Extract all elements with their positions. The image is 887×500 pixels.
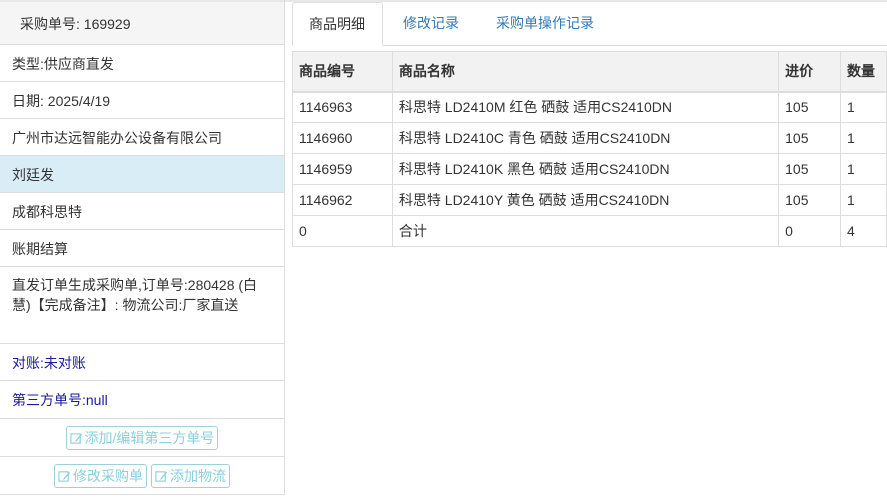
add-logistics-label: 添加物流	[170, 468, 226, 484]
tab-product-details-label: 商品明细	[309, 16, 365, 32]
cell-product-name: 科思特 LD2410K 黑色 硒鼓 适用CS2410DN	[391, 153, 780, 185]
cell-product-id: 1146960	[292, 122, 393, 154]
edit-pen-icon	[58, 470, 71, 482]
cell-product-id: 1146962	[292, 184, 393, 216]
third-party-number: 第三方单号:null	[0, 380, 284, 418]
table-row: 1146962 科思特 LD2410Y 黄色 硒鼓 适用CS2410DN 105…	[292, 184, 887, 216]
order-number-text: 采购单号: 169929	[20, 15, 131, 32]
third-party-number-text: 第三方单号:null	[12, 391, 108, 408]
cell-product-id: 1146963	[292, 91, 393, 123]
cell-quantity: 1	[840, 153, 887, 185]
tab-bar: 商品明细 修改记录 采购单操作记录	[292, 2, 887, 46]
cell-quantity: 1	[840, 122, 887, 154]
table-total-row: 0 合计 0 4	[292, 215, 887, 247]
cell-product-name: 科思特 LD2410Y 黄色 硒鼓 适用CS2410DN	[391, 184, 780, 216]
cell-total-label: 合计	[391, 215, 780, 247]
order-type: 类型:供应商直发	[0, 44, 284, 82]
company-name-text: 成都科思特	[12, 203, 82, 220]
order-number: 采购单号: 169929	[0, 2, 284, 45]
cell-product-id: 1146959	[292, 153, 393, 185]
tab-operation-log[interactable]: 采购单操作记录	[480, 2, 610, 45]
table-row: 1146960 科思特 LD2410C 青色 硒鼓 适用CS2410DN 105…	[292, 122, 887, 154]
order-remark: 直发订单生成采购单,订单号:280428 (白慧)【完成备注】: 物流公司:厂家…	[0, 266, 284, 344]
add-logistics-button[interactable]: 添加物流	[151, 464, 230, 488]
tab-product-details[interactable]: 商品明细	[292, 2, 383, 46]
cell-total-quantity: 4	[840, 215, 887, 247]
cell-price: 105	[778, 122, 842, 154]
action-button-row: 修改采购单 添加物流	[0, 456, 284, 495]
edit-pen-icon	[155, 470, 168, 482]
column-header-quantity: 数量	[840, 51, 887, 93]
order-date-text: 日期: 2025/4/19	[12, 92, 111, 109]
cell-price: 105	[778, 91, 842, 123]
cell-product-name: 科思特 LD2410C 青色 硒鼓 适用CS2410DN	[391, 122, 780, 154]
company-name: 成都科思特	[0, 192, 284, 230]
product-table: 商品编号 商品名称 进价 数量 1146963 科思特 LD2410M 红色 硒…	[292, 51, 887, 247]
supplier-name: 广州市达远智能办公设备有限公司	[0, 118, 284, 156]
cell-total-id: 0	[292, 215, 393, 247]
column-header-product-name: 商品名称	[391, 51, 780, 93]
edit-order-label: 修改采购单	[73, 468, 143, 484]
order-date: 日期: 2025/4/19	[0, 81, 284, 119]
tab-edit-history-label: 修改记录	[403, 15, 459, 31]
cell-quantity: 1	[840, 91, 887, 123]
order-remark-text: 直发订单生成采购单,订单号:280428 (白慧)【完成备注】: 物流公司:厂家…	[12, 277, 258, 313]
edit-pen-icon	[69, 432, 82, 444]
cell-total-price: 0	[778, 215, 842, 247]
cell-price: 105	[778, 184, 842, 216]
edit-third-party-label: 添加/编辑第三方单号	[84, 430, 215, 446]
table-row: 1146963 科思特 LD2410M 红色 硒鼓 适用CS2410DN 105…	[292, 91, 887, 123]
payment-terms: 账期结算	[0, 229, 284, 267]
edit-third-party-button[interactable]: 添加/编辑第三方单号	[65, 426, 219, 450]
cell-price: 105	[778, 153, 842, 185]
order-type-text: 类型:供应商直发	[12, 55, 114, 72]
person-name[interactable]: 刘廷发	[0, 155, 284, 193]
third-party-button-row: 添加/编辑第三方单号	[0, 418, 284, 457]
edit-order-button[interactable]: 修改采购单	[54, 464, 147, 488]
cell-quantity: 1	[840, 184, 887, 216]
column-header-product-id: 商品编号	[292, 51, 393, 93]
payment-terms-text: 账期结算	[12, 240, 68, 257]
column-header-price: 进价	[778, 51, 842, 93]
tab-edit-history[interactable]: 修改记录	[387, 2, 475, 45]
person-name-text: 刘廷发	[12, 166, 54, 183]
tab-operation-log-label: 采购单操作记录	[496, 15, 594, 31]
reconcile-status: 对账:未对账	[0, 343, 284, 381]
table-header-row: 商品编号 商品名称 进价 数量	[292, 51, 887, 93]
order-info-panel: 采购单号: 169929 类型:供应商直发 日期: 2025/4/19 广州市达…	[0, 0, 285, 495]
supplier-name-text: 广州市达远智能办公设备有限公司	[12, 129, 222, 146]
table-row: 1146959 科思特 LD2410K 黑色 硒鼓 适用CS2410DN 105…	[292, 153, 887, 185]
reconcile-status-text: 对账:未对账	[12, 354, 86, 371]
cell-product-name: 科思特 LD2410M 红色 硒鼓 适用CS2410DN	[391, 91, 780, 123]
